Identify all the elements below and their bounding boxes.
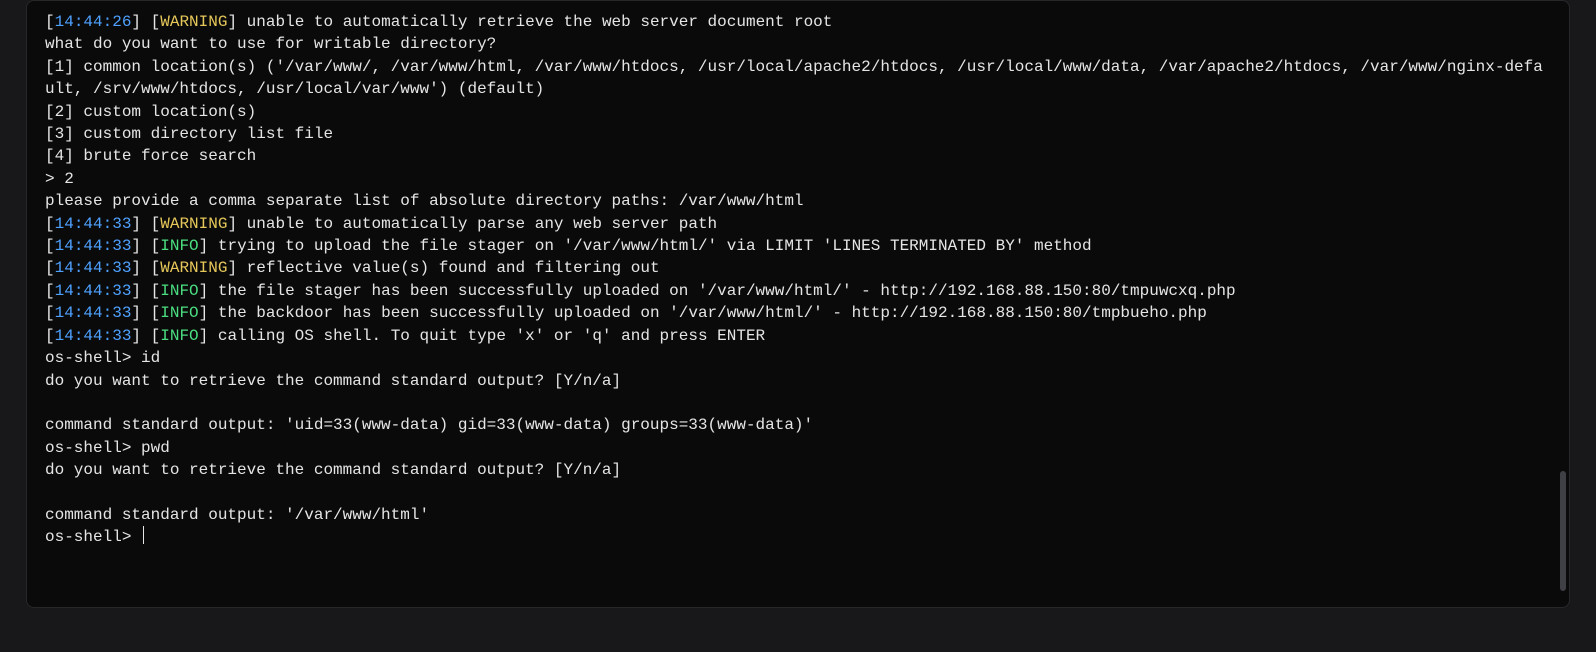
log-level: WARNING (160, 215, 227, 233)
terminal-line: what do you want to use for writable dir… (45, 35, 496, 53)
log-level: WARNING (160, 13, 227, 31)
log-message: the backdoor has been successfully uploa… (208, 304, 1207, 322)
log-level: INFO (160, 327, 198, 345)
terminal-line: command standard output: 'uid=33(www-dat… (45, 416, 813, 434)
terminal-line: [4] brute force search (45, 147, 256, 165)
log-message: calling OS shell. To quit type 'x' or 'q… (208, 327, 765, 345)
terminal-line: os-shell> id (45, 349, 160, 367)
shell-prompt[interactable]: os-shell> (45, 528, 141, 546)
terminal-line: command standard output: '/var/www/html' (45, 506, 429, 524)
log-timestamp: 14:44:33 (55, 215, 132, 233)
scrollbar-thumb[interactable] (1560, 471, 1566, 591)
log-timestamp: 14:44:33 (55, 304, 132, 322)
log-message: the file stager has been successfully up… (208, 282, 1235, 300)
log-timestamp: 14:44:33 (55, 237, 132, 255)
log-message: unable to automatically parse any web se… (237, 215, 717, 233)
log-message: reflective value(s) found and filtering … (237, 259, 659, 277)
cursor (143, 526, 144, 544)
log-timestamp: 14:44:33 (55, 327, 132, 345)
log-level: INFO (160, 237, 198, 255)
terminal-container: [14:44:26] [WARNING] unable to automatic… (0, 0, 1596, 628)
terminal-line: do you want to retrieve the command stan… (45, 461, 631, 479)
log-level: INFO (160, 282, 198, 300)
log-message: trying to upload the file stager on '/va… (208, 237, 1091, 255)
log-timestamp: 14:44:33 (55, 282, 132, 300)
terminal-line: > 2 (45, 170, 74, 188)
log-message: unable to automatically retrieve the web… (237, 13, 832, 31)
terminal-line: [2] custom location(s) (45, 103, 256, 121)
terminal-line: os-shell> pwd (45, 439, 170, 457)
terminal-line: do you want to retrieve the command stan… (45, 372, 631, 390)
log-level: WARNING (160, 259, 227, 277)
log-timestamp: 14:44:26 (55, 13, 132, 31)
terminal-line: [3] custom directory list file (45, 125, 333, 143)
terminal-output[interactable]: [14:44:26] [WARNING] unable to automatic… (26, 0, 1570, 608)
log-timestamp: 14:44:33 (55, 259, 132, 277)
terminal-line: [1] common location(s) ('/var/www/, /var… (45, 58, 1543, 98)
log-level: INFO (160, 304, 198, 322)
terminal-line: please provide a comma separate list of … (45, 192, 804, 210)
